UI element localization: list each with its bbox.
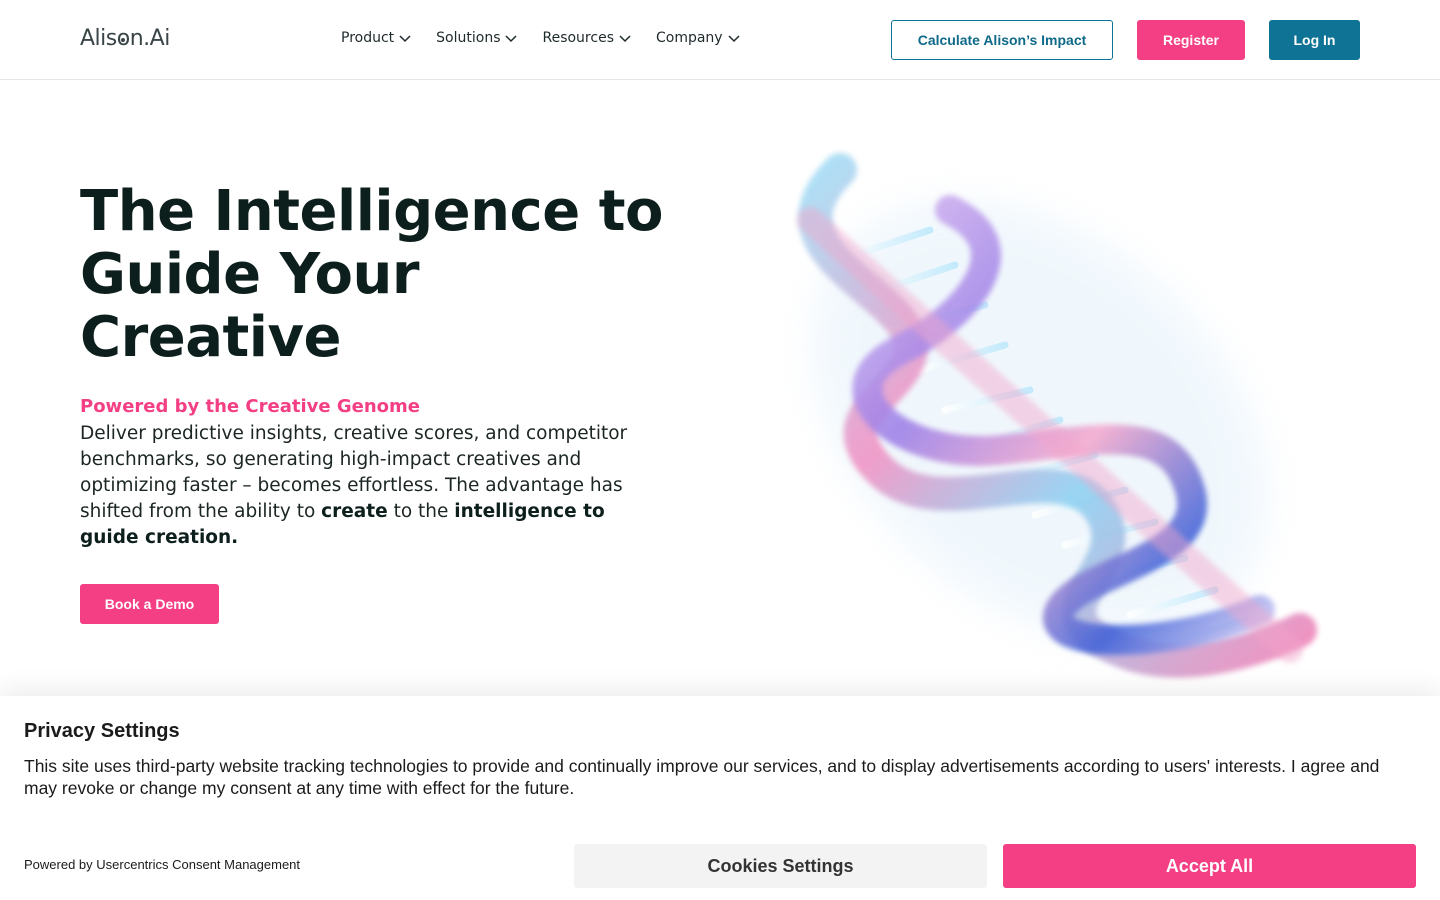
privacy-banner: Privacy Settings This site uses third-pa… — [0, 696, 1440, 900]
chevron-down-icon — [399, 35, 411, 43]
book-demo-button[interactable]: Book a Demo — [80, 584, 219, 624]
register-button[interactable]: Register — [1137, 20, 1245, 60]
nav-item-resources[interactable]: Resources — [542, 30, 632, 46]
nav-item-label: Product — [341, 30, 395, 46]
chevron-down-icon — [505, 35, 518, 43]
alison-ai-logo[interactable]: Alis o n.Ai — [80, 26, 170, 51]
cookies-settings-button[interactable]: Cookies Settings — [574, 844, 987, 888]
chevron-down-icon — [619, 35, 631, 43]
nav-item-solutions[interactable]: Solutions — [436, 30, 518, 46]
site-header: Alis o n.Ai Product Solutions Resources Co… — [0, 0, 1440, 80]
hero-description: Deliver predictive insights, creative sc… — [80, 421, 650, 551]
nav-item-company[interactable]: Company — [656, 30, 741, 46]
hero-body-text: to the — [387, 501, 455, 522]
calculate-impact-button[interactable]: Calculate Alison’s Impact — [891, 20, 1113, 60]
login-button[interactable]: Log In — [1269, 20, 1360, 60]
chevron-down-icon — [728, 35, 740, 43]
hero-subtitle: Powered by the Creative Genome — [80, 396, 420, 417]
hero-body-bold-create: create — [321, 501, 388, 522]
main-nav: Product Solutions Resources Company — [341, 30, 741, 46]
accept-all-button[interactable]: Accept All — [1003, 844, 1416, 888]
nav-item-label: Resources — [542, 30, 614, 46]
privacy-powered-by[interactable]: Powered by Usercentrics Consent Manageme… — [24, 857, 300, 872]
hero-title: The Intelligence to Guide Your Creative — [80, 179, 663, 370]
nav-item-label: Solutions — [436, 30, 501, 46]
dna-helix-illustration — [797, 153, 1317, 678]
logo-o-mark: o — [116, 26, 130, 51]
nav-item-product[interactable]: Product — [341, 30, 412, 46]
logo-text-prefix: Alis — [80, 26, 117, 51]
privacy-title: Privacy Settings — [24, 720, 180, 742]
nav-item-label: Company — [655, 30, 723, 46]
logo-text-suffix: n.Ai — [129, 26, 171, 51]
privacy-description: This site uses third-party website track… — [24, 756, 1380, 798]
